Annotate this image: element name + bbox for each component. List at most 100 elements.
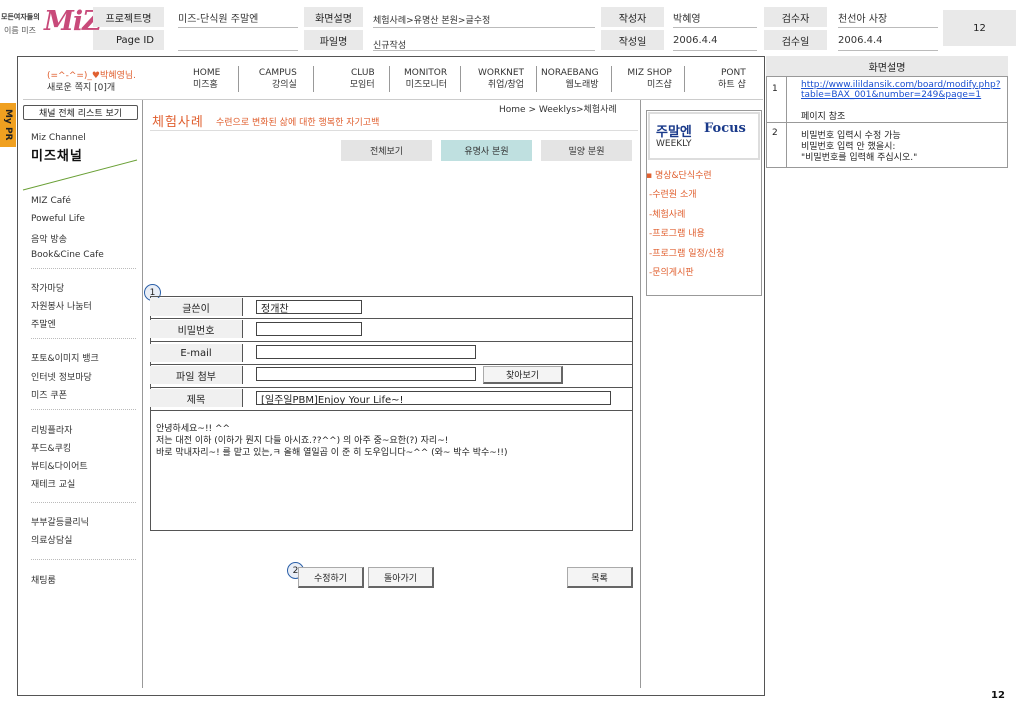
focus-link-inquiry[interactable]: -문의게시판 [649,265,694,278]
sidebar-divider [142,100,143,688]
nav-noraebang-label: NORAEBANG [541,68,599,78]
back-button[interactable]: 돌아가기 [368,567,434,588]
nav-club-label: CLUB [351,68,375,78]
logo-line2: 이름 미즈 [4,26,36,35]
focus-link-program-schedule[interactable]: -프로그램 일정/신청 [649,246,724,259]
focus-weekly: WEEKLY [656,139,692,149]
sidebar-item-book-cine[interactable]: Book&Cine Cafe [31,250,104,260]
description-row-2-num: 2 [772,128,778,138]
screen-label: 화면설명 [304,7,363,27]
author-field-label: 글쓴이 [150,298,243,316]
channel-divider-line [22,159,138,191]
browse-button[interactable]: 찾아보기 [483,366,563,384]
subject-input[interactable]: [일주일PBM]Enjoy Your Life~! [256,391,611,405]
sidebar-item-volunteer[interactable]: 자원봉사 나눔터 [31,299,92,312]
logo: 모든여자들의 이름 미즈 MiZ [0,6,102,40]
nav-pont-sub: 하트 샵 [718,80,746,90]
breadcrumb: Home > Weeklys>체험사례 [499,105,617,115]
nav-pont[interactable]: PONT 하트 샵 [709,67,746,93]
sidebar-item-poweful-life[interactable]: Poweful Life [31,214,85,224]
sidebar-item-beauty-diet[interactable]: 뷰티&다이어트 [31,459,88,472]
focus-link-experience[interactable]: -체험사례 [649,207,685,220]
body-line-2: 저는 대전 이하 (이하가 뭔지 다들 아시죠.??^^) 의 아주 중~요한(… [156,436,449,446]
email-input[interactable] [256,345,476,359]
description-title: 화면설명 [766,56,1008,77]
sidebar-item-music[interactable]: 음악 방송 [31,232,67,245]
tab-all[interactable]: 전체보기 [341,140,432,161]
mypr-label: My PR [3,109,13,141]
nav-club-sub: 모임터 [349,80,375,90]
focus-title-en: Focus [704,121,746,136]
date-value: 2006.4.4 [673,34,718,46]
sidebar-item-food-cooking[interactable]: 푸드&쿠킹 [31,441,71,454]
header-page-number: 12 [943,10,1016,46]
user-messages[interactable]: 새로운 쪽지 [0]개 [47,80,115,93]
nav-campus-sub: 강의실 [272,80,297,90]
nav-home-sub: 미즈홈 [193,80,218,90]
sidebar-item-living-plaza[interactable]: 리빙플라자 [31,423,72,436]
pageid-label: Page ID [93,30,164,50]
author-label: 작성자 [601,7,664,27]
reviewer-label: 검수자 [764,7,827,27]
focus-title-kr: 주말엔 [656,125,692,140]
sidebar-item-internet-info[interactable]: 인터넷 정보마당 [31,370,92,383]
body-line-1: 안녕하세요~!! ^^ [156,424,231,434]
sidebar-item-finance[interactable]: 재테크 교실 [31,477,75,490]
nav-worknet[interactable]: WORKNET 취업/창업 [478,67,524,93]
nav-noraebang[interactable]: NORAEBANG 웹노래방 [541,67,599,93]
list-button[interactable]: 목록 [567,567,633,588]
nav-club[interactable]: CLUB 모임터 [349,67,375,93]
sidebar-item-writer[interactable]: 작가마당 [31,281,64,294]
screen-value: 체험사례>유명산 본원>글수정 [373,15,491,26]
nav-campus-label: CAMPUS [258,68,297,78]
channel-list-button[interactable]: 채널 전체 리스트 보기 [23,105,138,120]
nav-monitor-sub: 미즈모니터 [405,80,448,90]
description-row-1-link[interactable]: http://www.ilildansik.com/board/modify.p… [801,80,1001,100]
file-label: 파일명 [304,30,363,50]
nav-monitor-label: MONITOR [404,68,448,78]
nav-monitor[interactable]: MONITOR 미즈모니터 [399,67,447,93]
project-value: 미즈-단식원 주말엔 [178,13,259,25]
file-input[interactable] [256,367,476,381]
mypr-tab[interactable]: My PR [0,103,16,147]
content-right-divider [640,100,641,688]
nav-campus[interactable]: CAMPUS 강의실 [258,67,297,93]
author-input[interactable]: 정개찬 [256,300,362,314]
sidebar-item-weekend[interactable]: 주말엔 [31,317,56,330]
nav-pont-label: PONT [721,68,746,78]
tab-miryang[interactable]: 밀양 분원 [541,140,632,161]
project-label: 프로젝트명 [93,7,164,27]
author-value: 박혜영 [673,13,701,25]
description-row-1-text: 페이지 참조 [801,112,846,122]
channel-small-title: Miz Channel [31,133,86,143]
nav-worknet-sub: 취업/창업 [487,80,525,90]
nav-home-label: HOME [193,68,221,78]
file-field-label: 파일 첨부 [150,366,243,384]
tab-yumyeong[interactable]: 유명사 본원 [441,140,532,161]
focus-link-program-content[interactable]: -프로그램 내용 [649,226,705,239]
description-row-1-num: 1 [772,84,778,94]
sidebar-item-medical[interactable]: 의료상담실 [31,533,72,546]
sidebar-item-miz-coupon[interactable]: 미즈 쿠폰 [31,388,67,401]
focus-link-center-intro[interactable]: -수련원 소개 [649,187,697,200]
nav-home[interactable]: HOME 미즈홈 [193,67,220,93]
focus-link-meditation[interactable]: ▪ 명상&단식수련 [646,168,712,181]
password-field-label: 비밀번호 [150,320,243,338]
description-row-2-line-3: "비밀번호를 입력해 주십시오." [801,153,918,163]
edit-button[interactable]: 수정하기 [298,567,364,588]
nav-mizshop[interactable]: MIZ SHOP 미즈샵 [625,67,672,93]
sidebar-item-photo-bank[interactable]: 포토&이미지 뱅크 [31,351,99,364]
body-textarea[interactable]: 안녕하세요~!! ^^ 저는 대전 이하 (이하가 뭔지 다들 아시죠.??^^… [156,423,626,513]
email-field-label: E-mail [150,344,243,362]
page-subtitle: 수련으로 변화된 삶에 대한 행복한 자기고백 [216,118,380,128]
review-date-label: 검수일 [764,30,827,50]
sidebar-item-couple-clinic[interactable]: 부부갈등클리닉 [31,515,89,528]
file-value: 신규작성 [373,40,407,51]
sidebar-item-miz-cafe[interactable]: MIZ Café [31,196,71,206]
sidebar-item-chat[interactable]: 채팅룸 [31,573,56,586]
page-title: 체험사례 [152,115,204,130]
nav-mizshop-sub: 미즈샵 [647,80,672,90]
password-input[interactable] [256,322,362,336]
review-date-value: 2006.4.4 [838,34,883,46]
nav-mizshop-label: MIZ SHOP [627,68,672,78]
